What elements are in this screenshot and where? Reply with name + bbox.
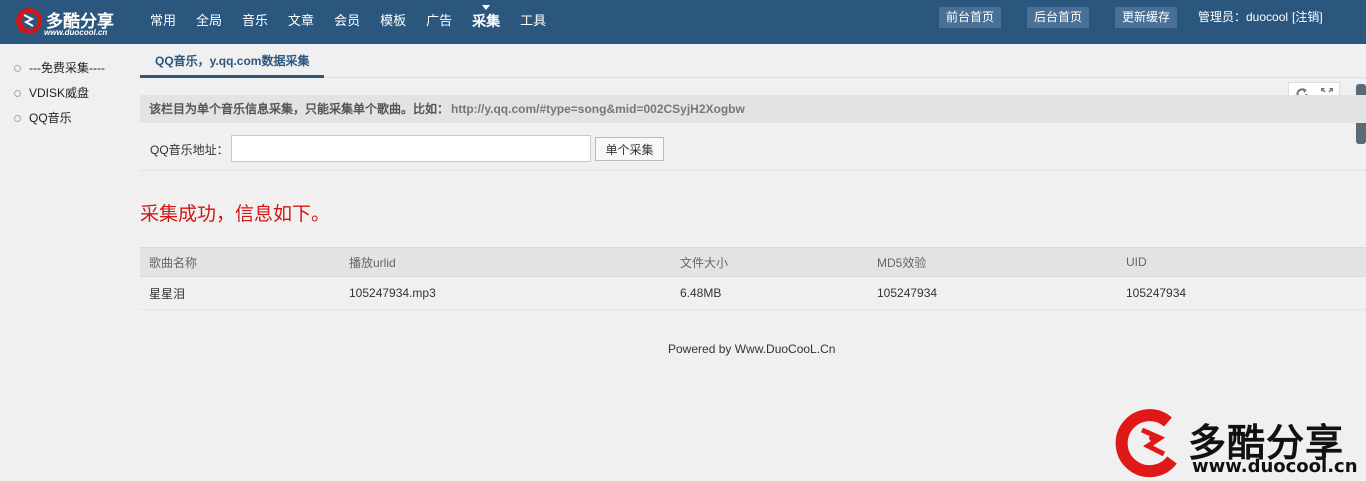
column-header: 播放urlid [346,247,677,277]
result-table: 歌曲名称 播放urlid 文件大小 MD5效验 UID 星星泪 10524793… [140,247,1366,310]
column-header: 文件大小 [677,247,875,277]
table-cell: 105247934.mp3 [346,276,677,310]
nav-item-common[interactable]: 常用 [140,0,186,44]
top-navigation-bar: 多酷分享 www.duocool.cn 常用 全局 音乐 文章 会员 模板 广告… [0,0,1366,44]
nav-item-music[interactable]: 音乐 [232,0,278,44]
footer-powered-by: Powered by Www.DuoCooL.Cn [668,342,836,356]
column-header: 歌曲名称 [140,247,346,277]
main-nav: 常用 全局 音乐 文章 会员 模板 广告 采集 工具 [140,0,556,44]
table-cell: 105247934 [875,276,1123,310]
table-row: 星星泪 105247934.mp3 6.48MB 105247934 10524… [140,276,1366,310]
tab-bar: QQ音乐，y.qq.com数据采集 [140,50,1366,78]
update-cache-button[interactable]: 更新缓存 [1115,7,1178,28]
sidebar: ---免费采集---- VDISK威盘 QQ音乐 [0,44,134,481]
single-collect-button[interactable]: 单个采集 [595,137,664,161]
frontend-home-button[interactable]: 前台首页 [939,7,1002,28]
backend-home-button[interactable]: 后台首页 [1027,7,1090,28]
column-header: UID [1123,247,1366,277]
nav-item-template[interactable]: 模板 [370,0,416,44]
watermark-url: www.duocool.cn [1192,456,1358,477]
table-header-row: 歌曲名称 播放urlid 文件大小 MD5效验 UID [140,247,1366,277]
column-header: MD5效验 [875,247,1123,277]
watermark: 多酷分享 www.duocool.cn [1112,408,1366,481]
nav-item-article[interactable]: 文章 [278,0,324,44]
site-logo[interactable]: 多酷分享 www.duocool.cn [14,5,126,39]
url-field-label: QQ音乐地址： [150,143,229,157]
sidebar-item-qq-music[interactable]: QQ音乐 [14,109,72,127]
tab-qq-music-collect[interactable]: QQ音乐，y.qq.com数据采集 [140,50,325,78]
nav-item-ads[interactable]: 广告 [416,0,462,44]
example-url: http://y.qq.com/#type=song&mid=002CSyjH2… [451,102,745,116]
table-cell: 105247934 [1123,276,1366,310]
bullet-icon [14,90,21,97]
admin-info: 管理员：duocool [注销] [1198,7,1323,28]
nav-item-tools[interactable]: 工具 [510,0,556,44]
sidebar-item-label: ---免费采集---- [29,61,105,75]
qq-music-url-input[interactable] [231,135,591,162]
collect-form: QQ音乐地址： 单个采集 [140,124,1366,171]
table-cell: 6.48MB [677,276,875,310]
sidebar-item-label: VDISK威盘 [29,86,90,100]
sidebar-item-label: QQ音乐 [29,111,72,125]
description-text: 该栏目为单个音乐信息采集，只能采集单个歌曲。比如： [149,102,450,116]
logo-url: www.duocool.cn [44,28,108,37]
nav-item-global[interactable]: 全局 [186,0,232,44]
logout-link[interactable]: [注销] [1292,10,1323,24]
nav-item-member[interactable]: 会员 [324,0,370,44]
sidebar-item-free-collect[interactable]: ---免费采集---- [14,59,105,77]
success-message: 采集成功，信息如下。 [140,203,331,225]
table-cell: 星星泪 [140,276,346,310]
bullet-icon [14,115,21,122]
admin-label: 管理员：duocool [1198,10,1289,24]
nav-item-collect[interactable]: 采集 [462,0,510,44]
bullet-icon [14,65,21,72]
description-bar: 该栏目为单个音乐信息采集，只能采集单个歌曲。比如： http://y.qq.com… [140,95,1366,123]
sidebar-item-vdisk[interactable]: VDISK威盘 [14,84,89,102]
duocool-logo-icon [1115,409,1177,478]
duocool-logo-icon [16,8,42,34]
